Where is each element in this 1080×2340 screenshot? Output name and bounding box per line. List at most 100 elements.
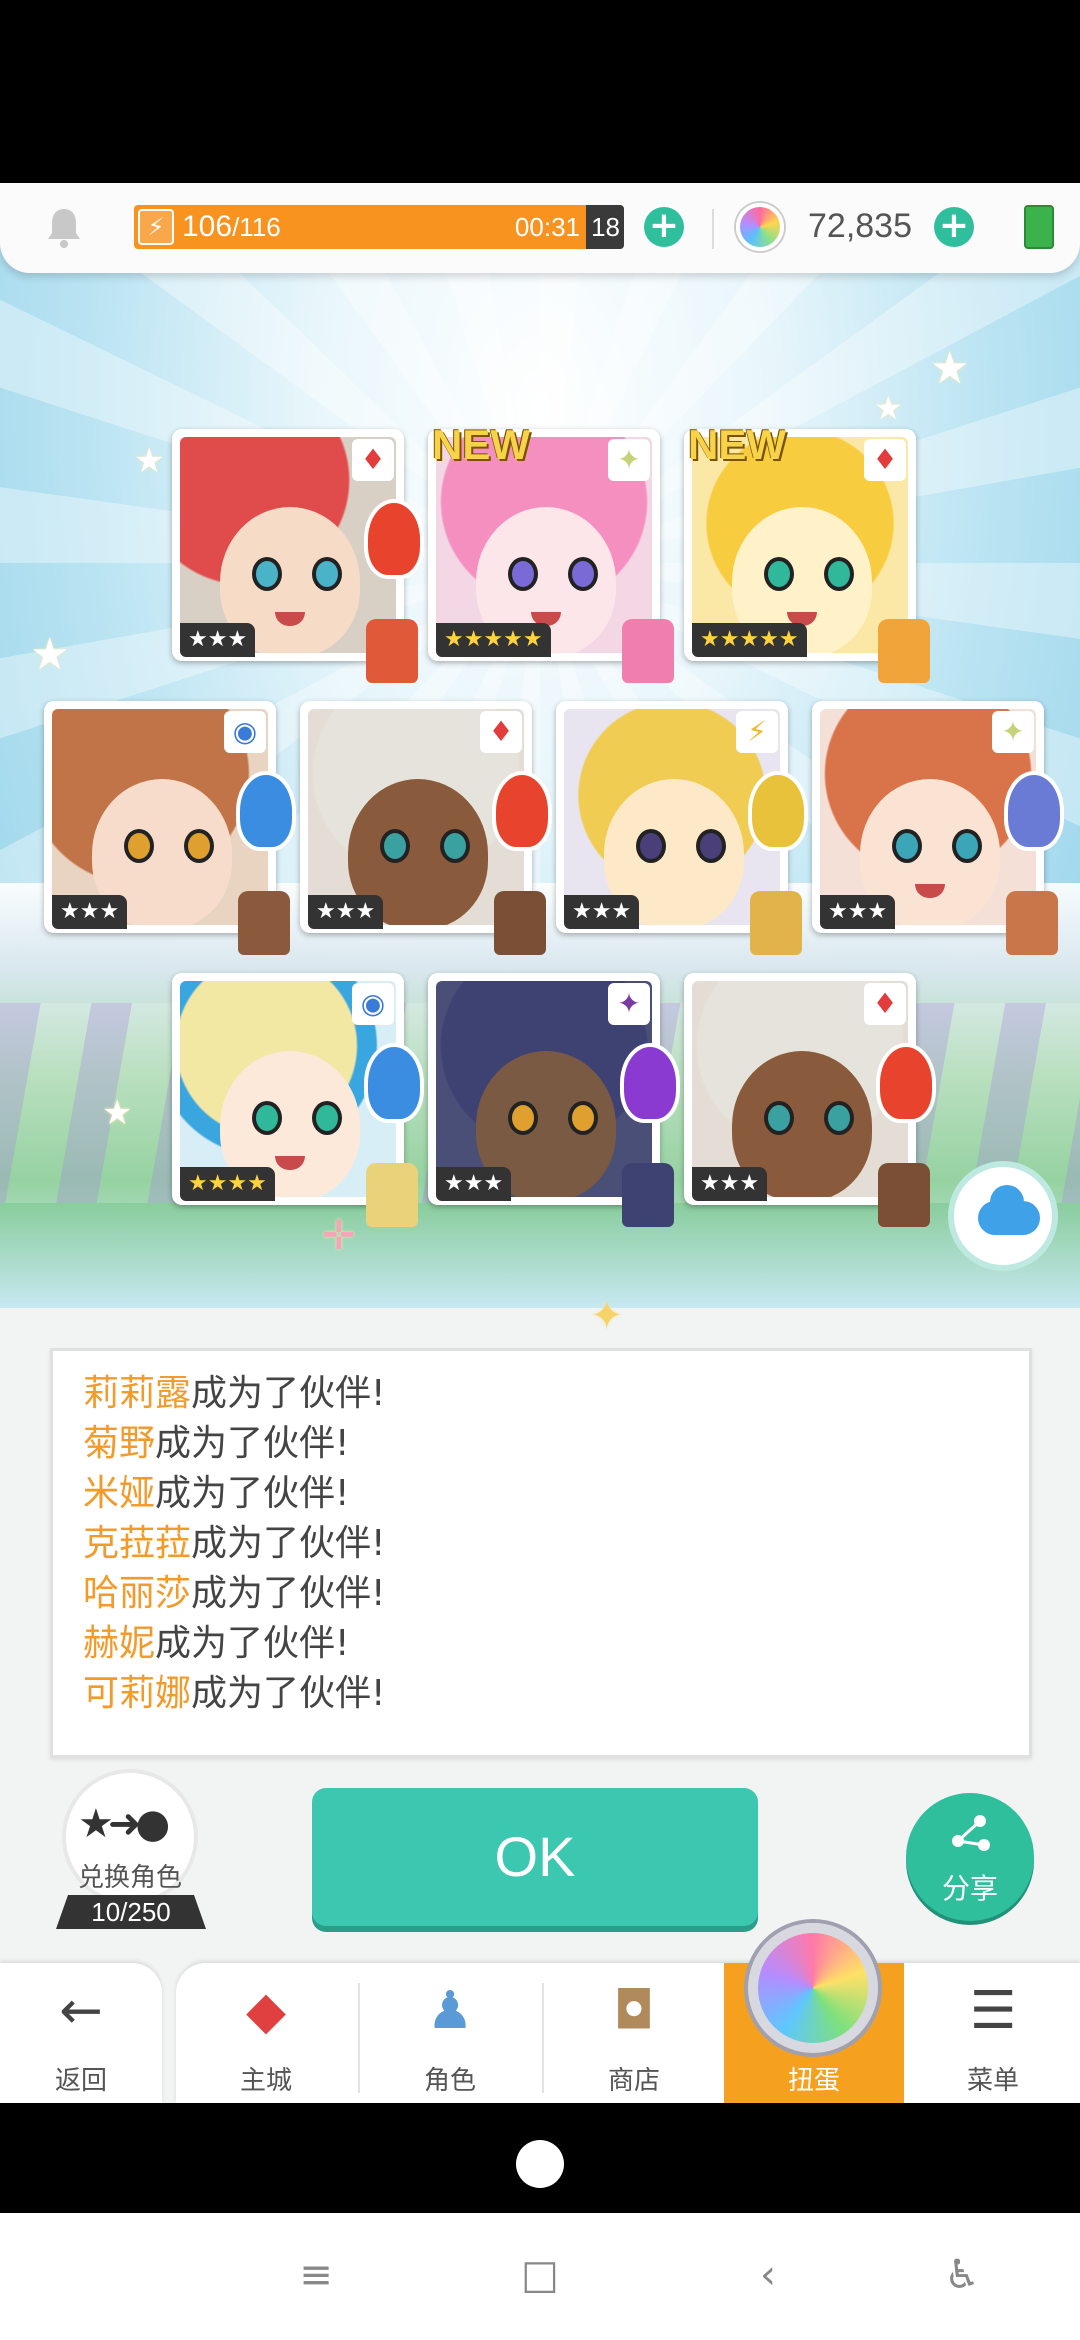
battery-icon bbox=[1024, 205, 1054, 249]
share-icon bbox=[946, 1811, 996, 1871]
add-gems-button[interactable]: + bbox=[934, 207, 974, 247]
share-button[interactable]: 分享 bbox=[906, 1793, 1034, 1921]
pixel-sprite bbox=[878, 1163, 930, 1227]
energy-bar: ⚡ 106/116 00:31 18 bbox=[134, 205, 624, 249]
star-decoration: ★ bbox=[874, 389, 903, 427]
pixel-sprite bbox=[238, 891, 290, 955]
star-rating: ★★★★ bbox=[180, 1167, 275, 1201]
character-card[interactable]: ♦ ★★★ bbox=[300, 701, 552, 955]
nav-back: ← 返回 bbox=[54, 1981, 107, 2096]
energy-timer-box: 18 bbox=[586, 205, 624, 249]
back-button[interactable]: ← 返回 bbox=[0, 1963, 162, 2103]
accessibility-icon[interactable]: ♿ bbox=[940, 2253, 984, 2297]
pixel-sprite bbox=[1006, 891, 1058, 955]
character-card[interactable]: ♦ ★★★ bbox=[684, 973, 936, 1227]
message-line: 莉莉露成为了伙伴! bbox=[83, 1373, 386, 1414]
cloud-icon bbox=[978, 1185, 1040, 1235]
gacha-orb-icon bbox=[748, 1923, 878, 2053]
swap-label: 兑换角色 bbox=[77, 1863, 182, 1893]
star-to-person-icon: ★➜● bbox=[78, 1801, 170, 1847]
energy-value: 106/116 bbox=[182, 210, 281, 243]
message-line: 米娅成为了伙伴! bbox=[83, 1473, 350, 1514]
star-rating: ★★★ bbox=[180, 623, 256, 657]
fire-element-icon: ♦ bbox=[480, 711, 522, 753]
weapon-icon bbox=[876, 1043, 936, 1123]
result-message-panel: 莉莉露成为了伙伴! 菊野成为了伙伴! 米娅成为了伙伴! 克菈菈成为了伙伴! 哈丽… bbox=[50, 1348, 1032, 1758]
nav-item-characters[interactable]: ♟ 角色 bbox=[360, 1963, 540, 2103]
arrow-left-icon: ← bbox=[59, 1981, 103, 2041]
star-rating: ★★★★★ bbox=[692, 623, 807, 657]
character-card[interactable]: ◉ ★★★ bbox=[44, 701, 296, 955]
ok-button[interactable]: OK bbox=[312, 1788, 758, 1926]
lightning-element-icon: ⚡ bbox=[736, 711, 778, 753]
bottom-navigation: ← 返回 ◆ 主城 ♟ 角色 ◘ 商店 扭蛋 ☰ 菜单 bbox=[0, 1923, 1080, 2103]
fire-element-icon: ♦ bbox=[864, 983, 906, 1025]
weapon-icon bbox=[236, 771, 296, 851]
new-badge: NEW bbox=[432, 421, 530, 468]
energy-timer-seconds: 18 bbox=[591, 212, 620, 242]
character-icon: ♟ bbox=[426, 1981, 474, 2041]
home-square-icon[interactable]: □ bbox=[518, 2253, 562, 2297]
status-bar-area bbox=[0, 0, 1080, 183]
character-card[interactable]: NEW ♦ ★★★★★ bbox=[684, 421, 930, 683]
message-line: 赫妮成为了伙伴! bbox=[83, 1623, 350, 1664]
shop-bag-icon: ◘ bbox=[613, 1981, 655, 2041]
recent-apps-icon[interactable]: ≡ bbox=[294, 2253, 338, 2297]
weapon-icon bbox=[492, 771, 552, 851]
light-element-icon: ✦ bbox=[608, 439, 650, 481]
gem-count: 72,835 bbox=[808, 207, 912, 245]
energy-timer: 00:31 bbox=[514, 212, 580, 242]
message-line: 可莉娜成为了伙伴! bbox=[83, 1673, 386, 1714]
bell-icon[interactable] bbox=[44, 205, 84, 249]
nav-main-bar: ◆ 主城 ♟ 角色 ◘ 商店 扭蛋 ☰ 菜单 bbox=[176, 1963, 1080, 2103]
star-decoration: ★ bbox=[930, 343, 970, 394]
lightning-icon: ⚡ bbox=[138, 209, 174, 245]
cloud-button[interactable] bbox=[948, 1161, 1058, 1271]
character-card[interactable]: ✦ ★★★ bbox=[428, 973, 680, 1227]
add-energy-button[interactable]: + bbox=[644, 207, 684, 247]
gem-icon bbox=[736, 203, 784, 251]
sparkle-decoration: ✦ bbox=[590, 1293, 624, 1339]
nav-item-shop[interactable]: ◘ 商店 bbox=[544, 1963, 724, 2103]
weapon-icon bbox=[620, 1043, 680, 1123]
message-line: 哈丽莎成为了伙伴! bbox=[83, 1573, 386, 1614]
star-rating: ★★★ bbox=[820, 895, 896, 929]
back-icon[interactable]: ‹ bbox=[746, 2253, 790, 2297]
character-card[interactable]: ♦ ★★★ bbox=[172, 429, 424, 683]
character-card[interactable]: ✦ ★★★ bbox=[812, 701, 1064, 955]
message-line: 菊野成为了伙伴! bbox=[83, 1423, 350, 1464]
pixel-sprite bbox=[366, 1163, 418, 1227]
weapon-icon bbox=[1004, 771, 1064, 851]
system-navigation-bar: ≡ □ ‹ ♿ bbox=[0, 2213, 1080, 2340]
resource-bar: ⚡ 106/116 00:31 18 + 72,835 + bbox=[0, 183, 1080, 273]
weapon-icon bbox=[748, 771, 808, 851]
star-rating: ★★★ bbox=[564, 895, 640, 929]
character-card[interactable]: ◉ ★★★★ bbox=[172, 973, 424, 1227]
pixel-sprite bbox=[622, 1163, 674, 1227]
home-indicator[interactable] bbox=[516, 2140, 564, 2188]
character-card[interactable]: ⚡ ★★★ bbox=[556, 701, 808, 955]
message-line: 克菈菈成为了伙伴! bbox=[83, 1523, 386, 1564]
pixel-sprite bbox=[494, 891, 546, 955]
divider bbox=[712, 209, 714, 249]
dark-element-icon: ✦ bbox=[608, 983, 650, 1025]
menu-list-icon: ☰ bbox=[969, 1981, 1017, 2041]
swap-character-button[interactable]: ★➜● 兑换角色 10/250 bbox=[56, 1773, 206, 1929]
fire-element-icon: ♦ bbox=[352, 439, 394, 481]
new-badge: NEW bbox=[688, 421, 786, 468]
nav-item-main-city[interactable]: ◆ 主城 bbox=[176, 1963, 356, 2103]
pixel-sprite bbox=[750, 891, 802, 955]
character-card[interactable]: NEW ✦ ★★★★★ bbox=[428, 421, 674, 683]
pixel-sprite bbox=[366, 619, 418, 683]
sparkle-decoration: ✛ bbox=[322, 1213, 356, 1259]
star-rating: ★★★ bbox=[308, 895, 384, 929]
share-label: 分享 bbox=[941, 1872, 998, 1905]
fire-element-icon: ♦ bbox=[864, 439, 906, 481]
water-element-icon: ◉ bbox=[224, 711, 266, 753]
star-decoration: ★ bbox=[30, 629, 70, 680]
weapon-icon bbox=[364, 499, 424, 579]
star-rating: ★★★ bbox=[52, 895, 128, 929]
city-icon: ◆ bbox=[246, 1981, 286, 2041]
game-screen: ★ ★ ★ ★ ★ ✦ ✛ ⚡ 106/116 00:31 18 + 72,83… bbox=[0, 183, 1080, 2103]
nav-item-menu[interactable]: ☰ 菜单 bbox=[906, 1963, 1080, 2103]
